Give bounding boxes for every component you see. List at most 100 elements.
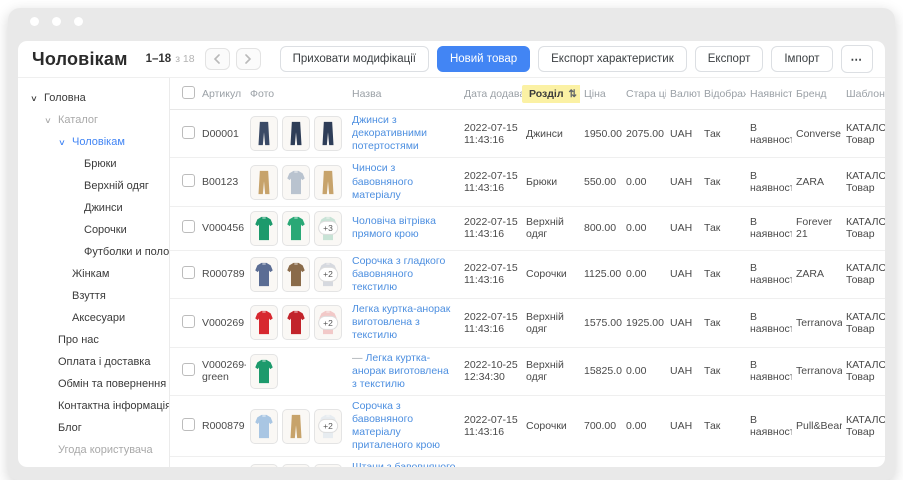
row-checkbox[interactable]	[182, 174, 195, 187]
sidebar-item[interactable]: Брюки	[18, 153, 169, 175]
new-product-button[interactable]: Новий товар	[437, 46, 530, 72]
sidebar-item[interactable]: Сорочки	[18, 219, 169, 241]
col-template[interactable]: Шаблон	[842, 78, 885, 110]
chevron-down-icon[interactable]: ∨	[30, 94, 38, 103]
product-name-link[interactable]: Сорочка з бавовняного матеріалу притален…	[352, 400, 440, 451]
product-photo-thumbnail[interactable]	[250, 211, 278, 246]
product-photo-thumbnail[interactable]	[250, 165, 278, 200]
cell-availability: В наявності	[746, 457, 792, 467]
col-date[interactable]: Дата додавання	[460, 78, 522, 110]
product-photo-thumbnail[interactable]	[282, 305, 310, 340]
chevron-down-icon[interactable]: ∨	[44, 116, 52, 125]
export-button[interactable]: Експорт	[695, 46, 764, 72]
row-checkbox[interactable]	[182, 363, 195, 376]
sidebar-item[interactable]: Джинси	[18, 197, 169, 219]
product-photo-thumbnail[interactable]	[314, 116, 342, 151]
product-name-link[interactable]: Чоловіча вітрівка прямого крою	[352, 215, 436, 240]
hide-modifications-button[interactable]: Приховати модифікації	[280, 46, 429, 72]
sidebar-item[interactable]: Блог	[18, 417, 169, 439]
more-photos-thumbnail[interactable]: +3	[314, 211, 342, 246]
row-checkbox[interactable]	[182, 418, 195, 431]
sidebar-item[interactable]: Про нас	[18, 329, 169, 351]
sidebar-item[interactable]: Верхній одяг	[18, 175, 169, 197]
cell-display: Так	[700, 395, 746, 457]
product-photo-thumbnail[interactable]	[282, 211, 310, 246]
col-availability[interactable]: Наявність	[746, 78, 792, 110]
sidebar-item[interactable]: Угода користувача	[18, 439, 169, 461]
next-page-button[interactable]	[236, 48, 261, 70]
product-name-link[interactable]: Штани з бавовняного матеріалу прямого кр…	[352, 461, 456, 467]
sidebar-item[interactable]: Відгуки про магазин	[18, 461, 169, 467]
product-photo-thumbnail[interactable]	[282, 409, 310, 444]
col-old-price[interactable]: Стара ціна	[622, 78, 666, 110]
cell-availability: В наявності	[746, 250, 792, 298]
product-photo-thumbnail[interactable]	[250, 257, 278, 292]
cell-article: R000789	[198, 250, 246, 298]
product-photo-thumbnail[interactable]	[314, 165, 342, 200]
prev-page-button[interactable]	[205, 48, 230, 70]
product-name-link[interactable]: Чиноси з бавовняного матеріалу	[352, 162, 413, 200]
traffic-light-minimize[interactable]	[52, 17, 61, 26]
cell-availability: В наявності	[746, 158, 792, 206]
import-button[interactable]: Імпорт	[771, 46, 832, 72]
row-checkbox[interactable]	[182, 315, 195, 328]
col-article[interactable]: Артикул	[198, 78, 246, 110]
product-name-link[interactable]: Легка куртка-анорак виготовлена з тексти…	[352, 303, 450, 341]
product-name-link[interactable]: Джинси з декоративними потертостями	[352, 114, 427, 152]
more-actions-button[interactable]: ⋯	[841, 45, 874, 73]
sidebar-item[interactable]: ∨Чоловікам	[18, 131, 169, 153]
chevron-down-icon[interactable]: ∨	[58, 138, 66, 147]
row-checkbox[interactable]	[182, 126, 195, 139]
more-photos-thumbnail[interactable]: +2	[314, 257, 342, 292]
more-photos-thumbnail[interactable]: +2	[314, 305, 342, 340]
sidebar-item-label: Жінкам	[72, 268, 109, 280]
sidebar-item[interactable]: Обмін та повернення	[18, 373, 169, 395]
sidebar-item-label: Угода користувача	[58, 444, 153, 456]
sidebar-item[interactable]: ∨Каталог	[18, 109, 169, 131]
col-price[interactable]: Ціна	[580, 78, 622, 110]
row-checkbox[interactable]	[182, 220, 195, 233]
cell-price: 800.00	[580, 206, 622, 250]
traffic-light-maximize[interactable]	[74, 17, 83, 26]
sidebar-item[interactable]: Контактна інформація	[18, 395, 169, 417]
select-all-checkbox[interactable]	[182, 86, 195, 99]
product-photo-thumbnail[interactable]	[250, 354, 278, 389]
sidebar-item[interactable]: Оплата і доставка	[18, 351, 169, 373]
product-photo-thumbnail[interactable]	[282, 464, 310, 467]
sidebar-item[interactable]: ∨Головна	[18, 87, 169, 109]
product-photo-thumbnail[interactable]	[282, 257, 310, 292]
col-currency[interactable]: Валюта	[666, 78, 700, 110]
sort-icon[interactable]: ⇅	[569, 89, 577, 100]
sidebar-item[interactable]: Аксесуари	[18, 307, 169, 329]
product-photo-thumbnail[interactable]	[282, 116, 310, 151]
export-attributes-button[interactable]: Експорт характеристик	[538, 46, 687, 72]
sidebar-item[interactable]: Жінкам	[18, 263, 169, 285]
cell-display: Так	[700, 299, 746, 347]
product-name-link[interactable]: Сорочка з гладкого бавовняного текстилю	[352, 255, 445, 293]
product-photo-thumbnail[interactable]	[250, 116, 278, 151]
product-photo-thumbnail[interactable]	[250, 464, 278, 467]
more-photos-thumbnail[interactable]: +2	[314, 464, 342, 467]
product-name-link[interactable]: Легка куртка-анорак виготовлена з тексти…	[352, 352, 449, 390]
product-photo-thumbnail[interactable]	[250, 305, 278, 340]
pagination: 1–18 з 18	[146, 53, 195, 65]
product-photo-thumbnail[interactable]	[282, 165, 310, 200]
cell-name: —Легка куртка-анорак виготовлена з текст…	[348, 347, 460, 395]
row-checkbox[interactable]	[182, 266, 195, 279]
product-photos	[250, 116, 344, 151]
more-photos-thumbnail[interactable]: +2	[314, 409, 342, 444]
col-section[interactable]: Розділ ⇅	[522, 78, 580, 110]
sidebar-item[interactable]: Взуття	[18, 285, 169, 307]
cell-display: Так	[700, 347, 746, 395]
cell-article: V000269-green	[198, 347, 246, 395]
sidebar-item[interactable]: Футболки и поло	[18, 241, 169, 263]
traffic-light-close[interactable]	[30, 17, 39, 26]
col-name[interactable]: Назва	[348, 78, 460, 110]
product-photo-thumbnail[interactable]	[250, 409, 278, 444]
col-photo[interactable]: Фото	[246, 78, 348, 110]
chevron-right-icon	[244, 54, 252, 64]
cell-template: КАТАЛОГ: Товар	[842, 110, 885, 158]
col-brand[interactable]: Бренд	[792, 78, 842, 110]
col-display[interactable]: Відображати	[700, 78, 746, 110]
cell-availability: В наявності	[746, 347, 792, 395]
